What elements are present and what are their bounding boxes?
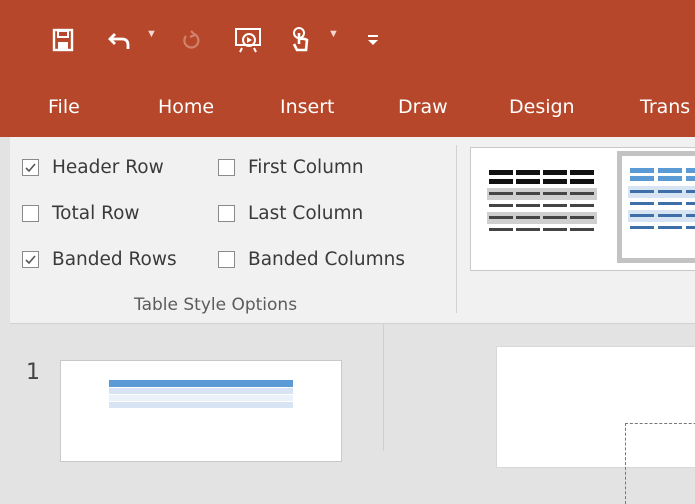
touch-mode-dropdown-icon[interactable]: ▼ — [328, 28, 339, 40]
total-row-option[interactable]: Total Row — [22, 200, 140, 226]
table-style-light-blue-selected[interactable] — [617, 151, 695, 263]
table-style-options-group-label: Table Style Options — [134, 295, 298, 315]
slide-number: 1 — [26, 360, 40, 385]
total-row-label: Total Row — [52, 202, 140, 224]
banded-rows-checkbox[interactable] — [22, 250, 39, 268]
redo-icon[interactable] — [176, 22, 206, 58]
banded-columns-checkbox[interactable] — [218, 250, 235, 268]
content-placeholder[interactable] — [625, 423, 695, 504]
first-column-label: First Column — [248, 156, 364, 178]
table-styles-gallery — [470, 147, 695, 271]
banded-rows-option[interactable]: Banded Rows — [22, 246, 177, 272]
ribbon: Header Row First Column Total Row Last C… — [10, 137, 695, 324]
present-from-start-icon[interactable] — [232, 22, 266, 58]
last-column-checkbox[interactable] — [218, 204, 235, 222]
last-column-option[interactable]: Last Column — [218, 200, 363, 226]
group-divider — [456, 145, 457, 313]
tab-insert[interactable]: Insert — [280, 96, 335, 118]
header-row-label: Header Row — [52, 156, 164, 178]
quick-access-toolbar: ▼ ▼ — [0, 0, 695, 82]
tab-draw[interactable]: Draw — [398, 96, 448, 118]
first-column-option[interactable]: First Column — [218, 154, 364, 180]
slide-thumbnail[interactable] — [60, 360, 342, 462]
customize-qat-icon[interactable] — [364, 22, 382, 58]
tab-transitions[interactable]: Trans — [640, 96, 690, 118]
header-row-option[interactable]: Header Row — [22, 154, 164, 180]
last-column-label: Last Column — [248, 202, 364, 224]
undo-icon[interactable] — [104, 22, 136, 58]
tab-home[interactable]: Home — [158, 96, 214, 118]
slide-thumbnails-pane: 1 — [0, 324, 384, 462]
banded-columns-label: Banded Columns — [248, 248, 405, 270]
touch-mode-icon[interactable] — [286, 22, 316, 58]
banded-columns-option[interactable]: Banded Columns — [218, 246, 405, 272]
tab-file[interactable]: File — [48, 96, 80, 118]
table-thumbnail-graphic — [109, 380, 293, 408]
ribbon-tabs: File Home Insert Draw Design Trans — [0, 82, 695, 137]
slide-canvas[interactable] — [496, 346, 695, 504]
tab-design[interactable]: Design — [509, 96, 575, 118]
first-column-checkbox[interactable] — [218, 158, 235, 176]
total-row-checkbox[interactable] — [22, 204, 39, 222]
table-style-plain[interactable] — [485, 152, 603, 262]
banded-rows-label: Banded Rows — [52, 248, 177, 270]
slide-editor-pane — [384, 324, 695, 504]
save-icon[interactable] — [48, 22, 78, 58]
undo-dropdown-icon[interactable]: ▼ — [146, 28, 157, 40]
header-row-checkbox[interactable] — [22, 158, 39, 176]
